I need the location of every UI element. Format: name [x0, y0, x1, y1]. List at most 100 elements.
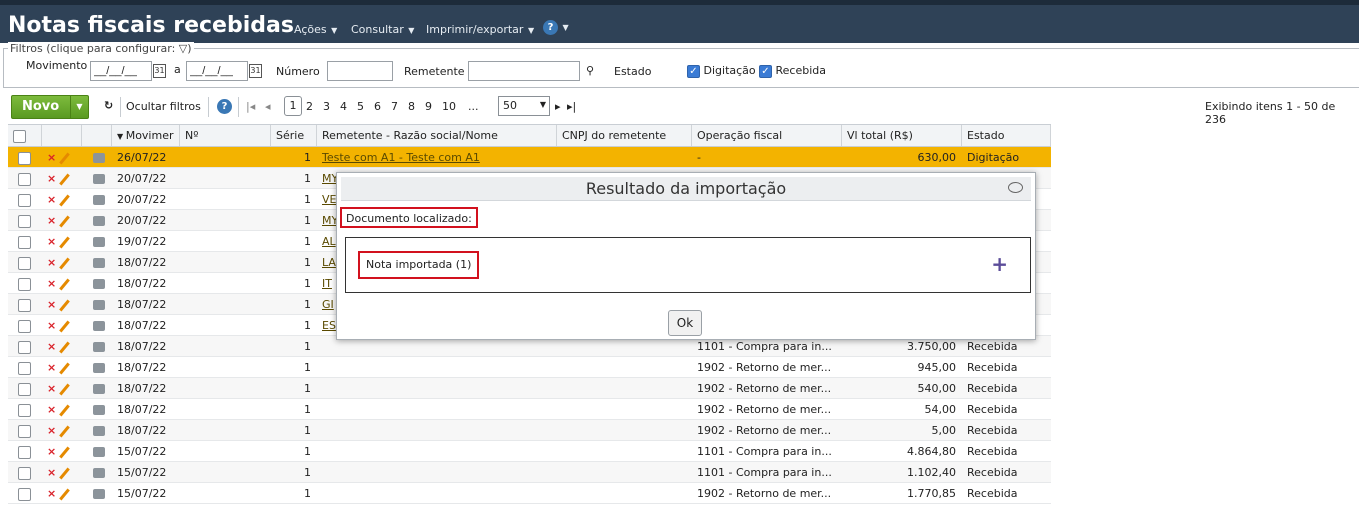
- header-operacao[interactable]: Operação fiscal: [692, 125, 842, 146]
- calendar-icon[interactable]: 31: [249, 64, 262, 78]
- row-checkbox[interactable]: [13, 147, 43, 168]
- delete-icon[interactable]: ×: [47, 319, 56, 332]
- printer-icon[interactable]: [93, 279, 105, 289]
- printer-icon[interactable]: [93, 489, 105, 499]
- cell-remetente[interactable]: [317, 357, 557, 378]
- row-checkbox[interactable]: [13, 210, 43, 231]
- printer-icon[interactable]: [93, 321, 105, 331]
- delete-icon[interactable]: ×: [47, 445, 56, 458]
- first-page-icon[interactable]: |◂: [246, 100, 255, 113]
- page-link[interactable]: 9: [425, 100, 432, 113]
- filters-legend[interactable]: Filtros (clique para configurar: ▽): [8, 42, 194, 55]
- delete-icon[interactable]: ×: [47, 214, 56, 227]
- row-checkbox[interactable]: [13, 252, 43, 273]
- row-checkbox[interactable]: [13, 168, 43, 189]
- edit-pencil-icon[interactable]: [59, 446, 71, 458]
- row-checkbox[interactable]: [13, 378, 43, 399]
- table-row[interactable]: × 18/07/22 1 1902 - Retorno de mer... 945,00…: [8, 357, 1051, 378]
- menu-consultar[interactable]: Consultar ▼: [351, 23, 414, 36]
- delete-icon[interactable]: ×: [47, 487, 56, 500]
- printer-icon[interactable]: [93, 216, 105, 226]
- page-link[interactable]: 8: [408, 100, 415, 113]
- cell-remetente[interactable]: [317, 399, 557, 420]
- search-icon[interactable]: ⚲: [586, 64, 594, 77]
- edit-pencil-icon[interactable]: [59, 173, 71, 185]
- printer-icon[interactable]: [93, 405, 105, 415]
- delete-icon[interactable]: ×: [47, 382, 56, 395]
- delete-icon[interactable]: ×: [47, 235, 56, 248]
- remetente-input[interactable]: [468, 61, 580, 81]
- table-row[interactable]: × 18/07/22 1 1902 - Retorno de mer... 5,00 Re…: [8, 420, 1051, 441]
- edit-pencil-icon[interactable]: [59, 299, 71, 311]
- header-numero[interactable]: Nº: [180, 125, 271, 146]
- cell-remetente[interactable]: [317, 483, 557, 504]
- printer-icon[interactable]: [93, 384, 105, 394]
- page-link[interactable]: 7: [391, 100, 398, 113]
- row-checkbox[interactable]: [13, 399, 43, 420]
- printer-icon[interactable]: [93, 195, 105, 205]
- page-link[interactable]: 4: [340, 100, 347, 113]
- row-checkbox[interactable]: [13, 357, 43, 378]
- expand-plus-icon[interactable]: +: [991, 253, 1008, 275]
- page-link[interactable]: 3: [323, 100, 330, 113]
- page-link[interactable]: 5: [357, 100, 364, 113]
- menu-acoes[interactable]: Ações ▼: [294, 23, 337, 36]
- page-ellipsis[interactable]: ...: [468, 100, 479, 113]
- novo-button[interactable]: Novo ▼: [11, 95, 89, 119]
- delete-icon[interactable]: ×: [47, 361, 56, 374]
- date-from-field[interactable]: [90, 61, 152, 81]
- cell-remetente[interactable]: [317, 462, 557, 483]
- printer-icon[interactable]: [93, 300, 105, 310]
- printer-icon[interactable]: [93, 363, 105, 373]
- printer-icon[interactable]: [93, 174, 105, 184]
- date-to-field[interactable]: [186, 61, 248, 81]
- prev-page-icon[interactable]: ◂: [265, 100, 271, 113]
- table-row[interactable]: × 15/07/22 1 1101 - Compra para in... 1.102,…: [8, 462, 1051, 483]
- row-checkbox[interactable]: [13, 462, 43, 483]
- printer-icon[interactable]: [93, 447, 105, 457]
- row-checkbox[interactable]: [13, 294, 43, 315]
- table-row[interactable]: × 15/07/22 1 1902 - Retorno de mer... 1.770,…: [8, 483, 1051, 504]
- numero-input[interactable]: [327, 61, 393, 81]
- row-checkbox[interactable]: [13, 420, 43, 441]
- page-size-select[interactable]: 50 ▼: [498, 96, 550, 116]
- delete-icon[interactable]: ×: [47, 151, 56, 164]
- row-checkbox[interactable]: [13, 336, 43, 357]
- last-page-icon[interactable]: ▸|: [567, 100, 576, 113]
- page-link[interactable]: 2: [306, 100, 313, 113]
- edit-pencil-icon[interactable]: [59, 215, 71, 227]
- edit-pencil-icon[interactable]: [59, 362, 71, 374]
- chevron-down-icon[interactable]: ▼: [70, 96, 88, 118]
- delete-icon[interactable]: ×: [47, 424, 56, 437]
- delete-icon[interactable]: ×: [47, 403, 56, 416]
- cell-remetente[interactable]: [317, 441, 557, 462]
- edit-pencil-icon[interactable]: [59, 236, 71, 248]
- edit-pencil-icon[interactable]: [59, 467, 71, 479]
- delete-icon[interactable]: ×: [47, 277, 56, 290]
- estado-digitacao-checkbox[interactable]: ✓ Digitação: [687, 64, 756, 78]
- delete-icon[interactable]: ×: [47, 298, 56, 311]
- page-link[interactable]: 10: [442, 100, 456, 113]
- header-remetente[interactable]: Remetente - Razão social/Nome: [317, 125, 557, 146]
- delete-icon[interactable]: ×: [47, 466, 56, 479]
- edit-pencil-icon[interactable]: [59, 152, 71, 164]
- header-serie[interactable]: Série: [271, 125, 317, 146]
- table-row[interactable]: × 18/07/22 1 1902 - Retorno de mer... 54,00 R…: [8, 399, 1051, 420]
- printer-icon[interactable]: [93, 237, 105, 247]
- delete-icon[interactable]: ×: [47, 193, 56, 206]
- table-row[interactable]: × 26/07/22 1 Teste com A1 - Teste com A1 - 63…: [8, 147, 1051, 168]
- row-checkbox[interactable]: [13, 483, 43, 504]
- edit-pencil-icon[interactable]: [59, 194, 71, 206]
- printer-icon[interactable]: [93, 468, 105, 478]
- row-checkbox[interactable]: [13, 231, 43, 252]
- delete-icon[interactable]: ×: [47, 172, 56, 185]
- current-page[interactable]: 1: [284, 96, 302, 116]
- speech-bubble-icon[interactable]: [1008, 182, 1023, 193]
- delete-icon[interactable]: ×: [47, 256, 56, 269]
- edit-pencil-icon[interactable]: [59, 425, 71, 437]
- edit-pencil-icon[interactable]: [59, 488, 71, 500]
- table-row[interactable]: × 18/07/22 1 1902 - Retorno de mer... 540,00…: [8, 378, 1051, 399]
- calendar-icon[interactable]: 31: [153, 64, 166, 78]
- refresh-icon[interactable]: ↻: [104, 99, 113, 112]
- printer-icon[interactable]: [93, 426, 105, 436]
